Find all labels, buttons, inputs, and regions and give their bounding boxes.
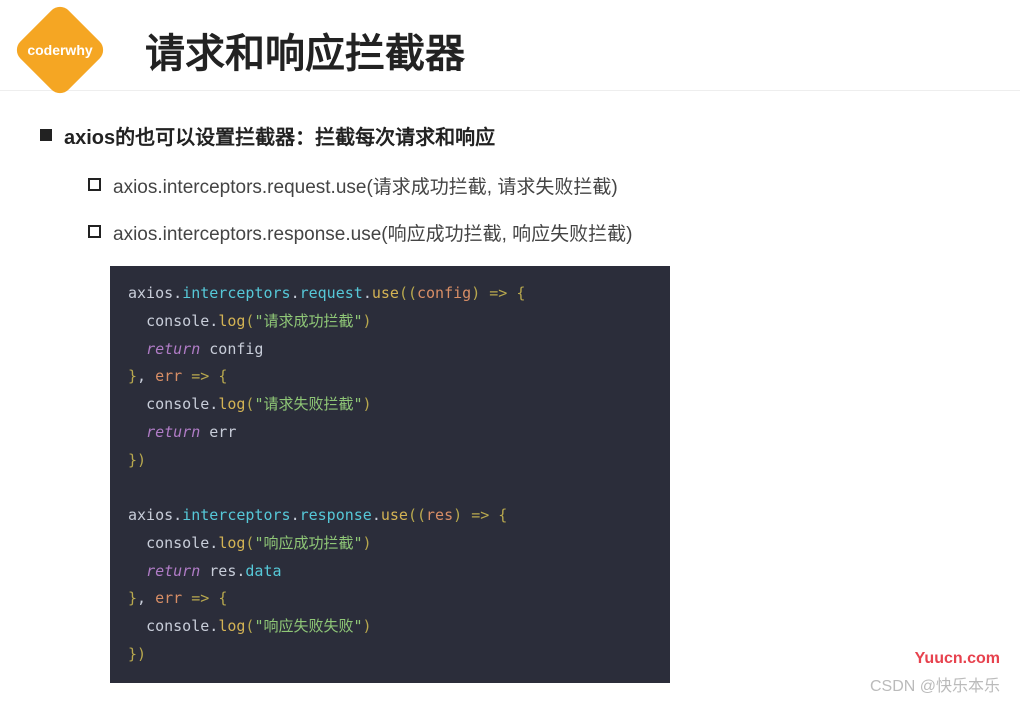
sub-bullet-list: axios.interceptors.request.use(请求成功拦截, 请… [40,172,980,246]
code-line: return config [128,336,652,364]
code-line: }, err => { [128,363,652,391]
main-bullet-text: axios的也可以设置拦截器：拦截每次请求和响应 [64,121,495,150]
hollow-square-icon [88,225,101,238]
sub-bullet-text: axios.interceptors.request.use(请求成功拦截, 请… [113,172,618,199]
code-token: log [218,395,245,413]
content-area: axios的也可以设置拦截器：拦截每次请求和响应 axios.intercept… [0,91,1020,683]
code-token: response [300,506,372,524]
code-token: return [146,423,200,441]
code-line: axios.interceptors.response.use((res) =>… [128,502,652,530]
code-token: return [146,340,200,358]
code-token: config [209,340,263,358]
code-token: config [417,284,471,302]
code-line: }, err => { [128,585,652,613]
code-token: axios [128,506,173,524]
code-line: console.log("响应失败失败") [128,613,652,641]
code-line: axios.interceptors.request.use((config) … [128,280,652,308]
code-token: err [155,589,182,607]
code-token: console [146,395,209,413]
code-line [128,474,652,502]
sub-bullet-text: axios.interceptors.response.use(响应成功拦截, … [113,219,632,246]
code-token: use [372,284,399,302]
code-line: console.log("请求失败拦截") [128,391,652,419]
code-token: interceptors [182,284,290,302]
watermark-url: Yuucn.com [915,650,1000,668]
code-token: interceptors [182,506,290,524]
code-token: request [300,284,363,302]
code-token: "请求失败拦截" [254,395,362,413]
code-token: res [209,562,236,580]
code-line: return res.data [128,558,652,586]
square-bullet-icon [40,129,52,141]
list-item: axios.interceptors.response.use(响应成功拦截, … [88,219,980,246]
code-token: log [218,312,245,330]
code-line: }) [128,641,652,669]
code-token: log [218,534,245,552]
code-token: res [426,506,453,524]
page-title: 请求和响应拦截器 [145,21,465,79]
code-line: }) [128,447,652,475]
code-token: console [146,534,209,552]
code-line: console.log("请求成功拦截") [128,308,652,336]
code-token: axios [128,284,173,302]
code-token: use [381,506,408,524]
code-token: err [155,367,182,385]
code-line: return err [128,419,652,447]
list-item: axios.interceptors.request.use(请求成功拦截, 请… [88,172,980,199]
code-block: axios.interceptors.request.use((config) … [110,266,670,683]
main-bullet: axios的也可以设置拦截器：拦截每次请求和响应 [40,121,980,150]
code-token: err [209,423,236,441]
code-token: data [245,562,281,580]
code-line: console.log("响应成功拦截") [128,530,652,558]
hollow-square-icon [88,178,101,191]
watermark-csdn: CSDN @快乐本乐 [870,672,1000,696]
code-token: "响应失败失败" [254,617,362,635]
brand-badge: coderwhy [10,20,110,80]
code-token: return [146,562,200,580]
header: coderwhy 请求和响应拦截器 [0,0,1020,91]
code-token: "请求成功拦截" [254,312,362,330]
code-token: "响应成功拦截" [254,534,362,552]
code-token: console [146,617,209,635]
code-token: console [146,312,209,330]
code-token: log [218,617,245,635]
badge-text: coderwhy [27,42,92,58]
